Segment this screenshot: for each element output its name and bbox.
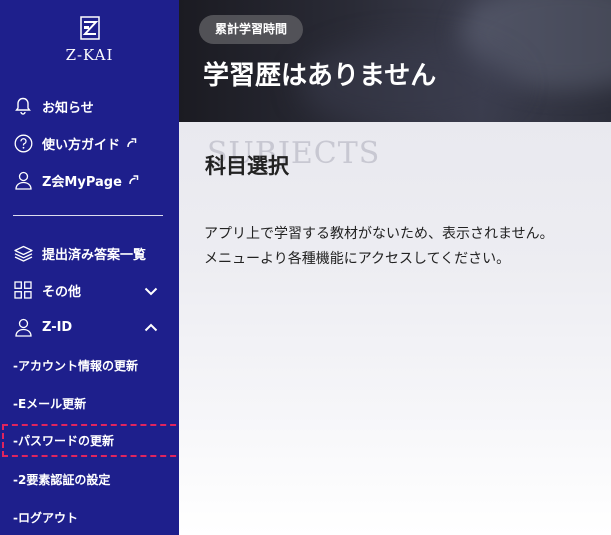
external-link-icon: [129, 175, 139, 185]
sidebar-subitem-logout[interactable]: -ログアウト: [13, 509, 78, 526]
sidebar-subitem-update-password[interactable]: -パスワードの更新: [13, 432, 114, 449]
sidebar-subitem-update-email[interactable]: -Eメール更新: [13, 395, 86, 412]
sidebar-divider: [13, 215, 163, 216]
sidebar-item-z-id[interactable]: Z-ID: [13, 317, 72, 337]
sidebar-item-label: その他: [42, 284, 82, 300]
sidebar-item-other[interactable]: その他: [13, 280, 81, 300]
total-study-time-badge: 累計学習時間: [199, 15, 304, 44]
page-title: 学習歴はありません: [203, 61, 437, 91]
bell-icon: [13, 96, 33, 116]
sidebar-item-mypage[interactable]: Z会MyPage: [13, 170, 139, 190]
help-circle-icon: [13, 133, 33, 153]
empty-message-line2: メニューより各種機能にアクセスしてください。: [204, 251, 511, 267]
sidebar-item-label: Z-ID: [42, 319, 73, 335]
main-content: SUBJECTS 科目選択 アプリ上で学習する教材がないため、表示されません。 …: [179, 122, 611, 535]
sidebar-item-label: 使い方ガイド: [42, 137, 121, 153]
grid-icon: [13, 280, 33, 300]
user-icon: [13, 170, 33, 190]
z-kai-logo[interactable]: Z-KAI: [0, 16, 179, 64]
sidebar: Z-KAI お知らせ 使い方ガイド Z会MyPage 提出済み答案一覧 その他 …: [0, 0, 186, 535]
sidebar-item-guide[interactable]: 使い方ガイド: [13, 133, 137, 153]
sidebar-item-label: お知らせ: [42, 100, 94, 116]
sidebar-subitem-update-account[interactable]: -アカウント情報の更新: [13, 357, 138, 374]
empty-message-line1: アプリ上で学習する教材がないため、表示されません。: [204, 226, 554, 242]
logo-text: Z-KAI: [65, 46, 114, 64]
user-icon: [13, 317, 33, 337]
study-history-header: 累計学習時間 学習歴はありません: [179, 0, 611, 122]
z-kai-logo-mark-icon: [79, 16, 100, 40]
external-link-icon: [127, 138, 137, 148]
layers-icon: [13, 243, 33, 263]
sidebar-item-label: 提出済み答案一覧: [42, 247, 147, 263]
sidebar-item-submitted-answers[interactable]: 提出済み答案一覧: [13, 243, 146, 263]
chevron-up-icon[interactable]: [143, 319, 159, 335]
sidebar-item-notifications[interactable]: お知らせ: [13, 96, 94, 116]
sidebar-item-label: Z会MyPage: [42, 174, 122, 190]
chevron-down-icon[interactable]: [143, 283, 159, 299]
section-title: 科目選択: [205, 153, 289, 178]
sidebar-subitem-two-factor[interactable]: -2要素認証の設定: [13, 471, 110, 488]
